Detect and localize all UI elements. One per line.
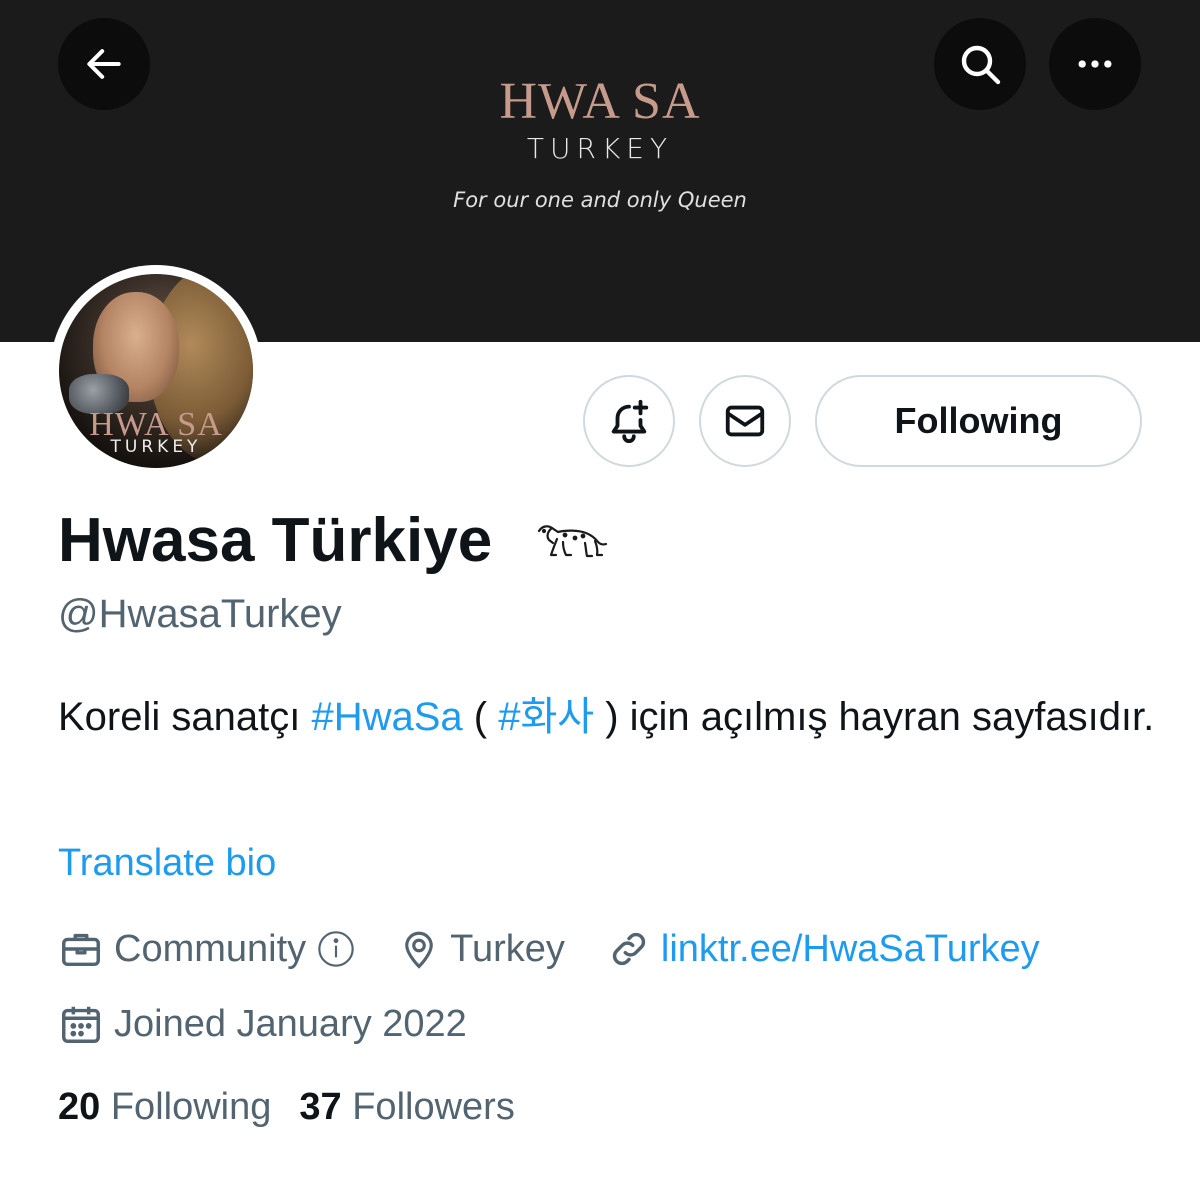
link-icon [612, 932, 646, 966]
location-pin-icon [405, 931, 433, 969]
following-button[interactable]: Following [815, 375, 1142, 467]
joined-item: Joined January 2022 [58, 1001, 467, 1047]
followers-label: Followers [352, 1086, 515, 1128]
translate-bio-link[interactable]: Translate bio [58, 842, 276, 885]
website-item: linktr.ee/HwaSaTurkey [607, 927, 1040, 971]
calendar-icon [62, 1006, 100, 1043]
following-stat[interactable]: 20 Following [58, 1086, 271, 1129]
envelope-icon [725, 405, 765, 437]
category-label: Community [114, 927, 307, 970]
banner-logo-subtitle: TURKEY [526, 132, 674, 165]
following-count: 20 [58, 1086, 101, 1128]
bell-plus-icon [611, 399, 649, 443]
profile-meta-row: Community Turkey linktr.ee/HwaSaTurkey [58, 926, 1040, 972]
location-item: Turkey [398, 926, 565, 972]
website-link[interactable]: linktr.ee/HwaSaTurkey [661, 928, 1040, 971]
hashtag-link[interactable]: #HwaSa [311, 695, 462, 739]
category-item: Community [58, 926, 356, 972]
search-button[interactable] [934, 18, 1026, 110]
more-button[interactable] [1049, 18, 1141, 110]
leopard-emoji-icon [537, 525, 608, 558]
bio: Koreli sanatçı #HwaSa ( #화사 ) için açılm… [58, 686, 1158, 748]
banner-tagline: For our one and only Queen [453, 188, 747, 212]
following-label: Following [110, 1086, 272, 1128]
handle: @HwasaTurkey [58, 592, 342, 636]
bio-text: ) için açılmış hayran sayfasıdır. [594, 695, 1155, 739]
notifications-button[interactable] [583, 375, 675, 467]
bio-text: Koreli sanatçı [58, 695, 312, 739]
joined-date: Joined January 2022 [114, 1002, 467, 1045]
back-button[interactable] [58, 18, 150, 110]
followers-stat[interactable]: 37 Followers [299, 1086, 514, 1129]
profile-page: HWA SA TURKEY For our one and only Queen… [0, 0, 1200, 1177]
avatar-frame[interactable]: HWA SA TURKEY [50, 265, 262, 477]
followers-count: 37 [299, 1086, 342, 1128]
hashtag-link[interactable]: #화사 [498, 695, 594, 739]
arrow-left-icon [87, 49, 121, 79]
joined-row: Joined January 2022 [58, 1001, 467, 1047]
display-name: Hwasa Türkiye [58, 506, 493, 575]
avatar[interactable]: HWA SA TURKEY [59, 274, 253, 468]
search-icon [961, 45, 1001, 85]
message-button[interactable] [699, 375, 791, 467]
info-icon[interactable] [316, 929, 356, 969]
briefcase-icon [62, 933, 100, 967]
bio-text: ( [462, 695, 499, 739]
location-label: Turkey [450, 927, 565, 970]
more-horizontal-icon [1078, 60, 1112, 68]
follow-stats: 20 Following 37 Followers [58, 1086, 515, 1129]
avatar-logo-subtitle: TURKEY [110, 437, 202, 457]
